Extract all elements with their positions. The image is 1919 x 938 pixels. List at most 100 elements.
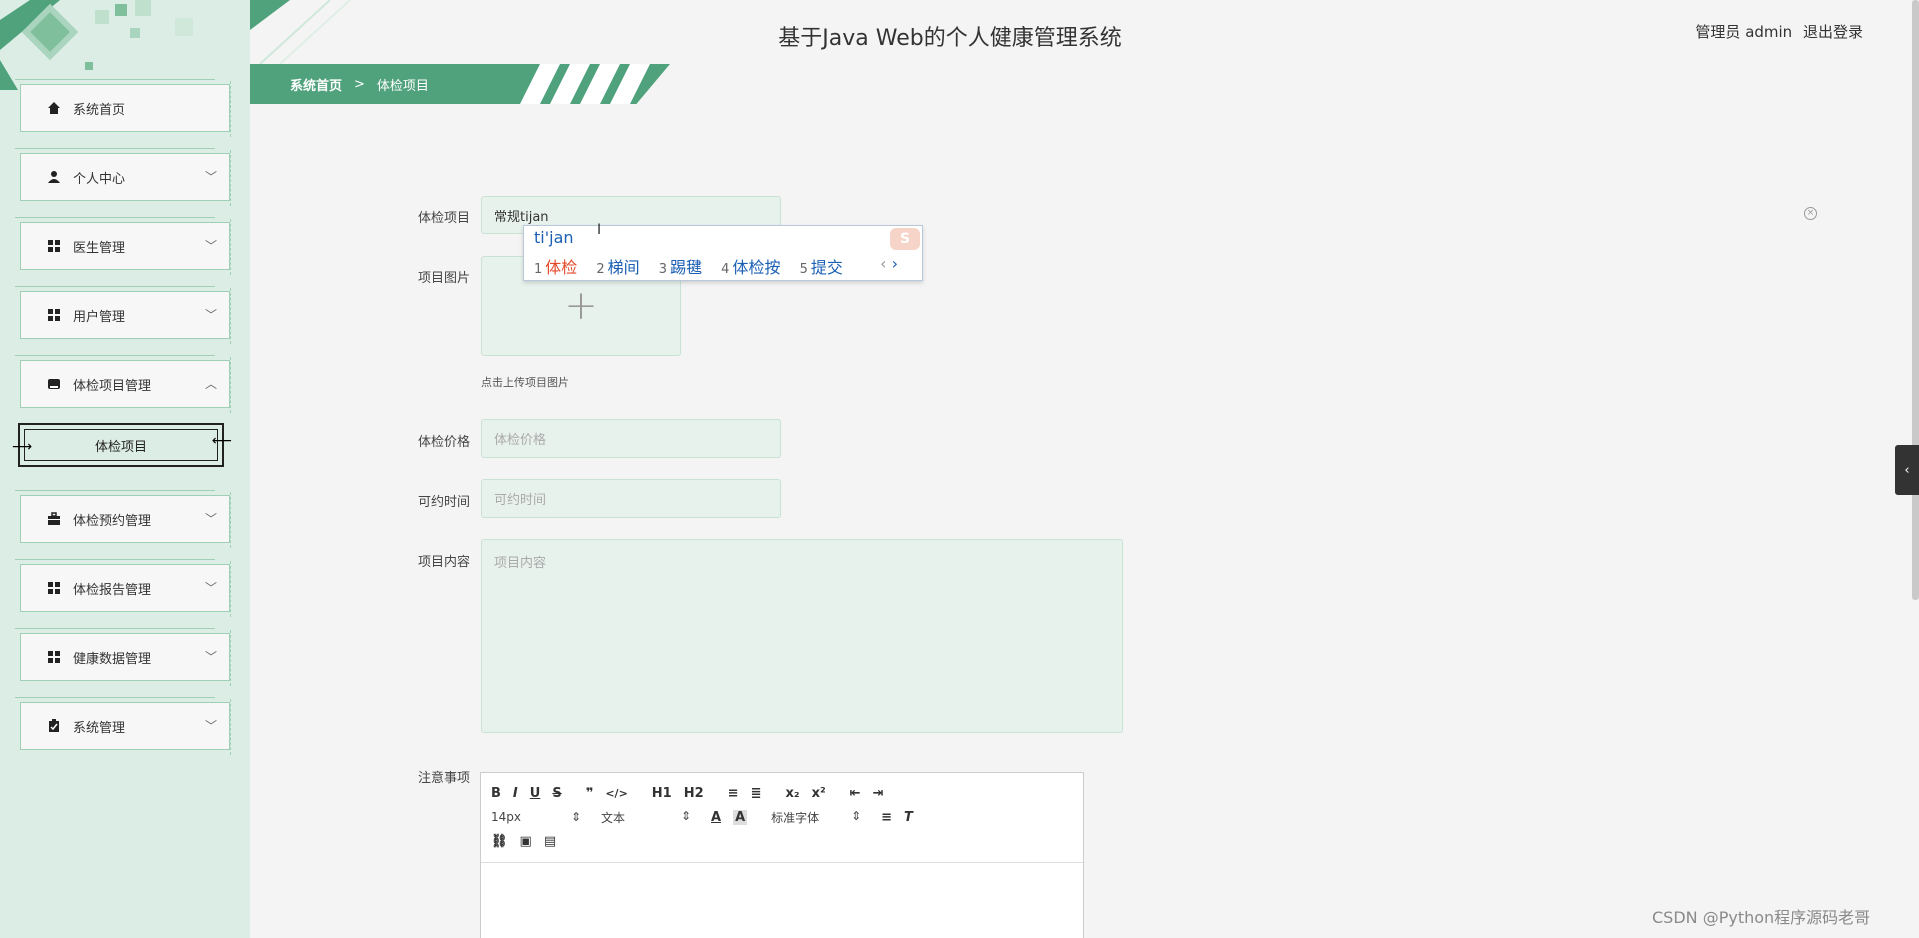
sidebar-item-label: 健康数据管理 [73, 651, 152, 667]
outdent-button[interactable]: ⇤ [850, 786, 861, 801]
chevron-left-icon: ‹ [1904, 462, 1910, 478]
align-icon[interactable]: ≡ [881, 810, 892, 825]
image-hint: 点击上传项目图片 [481, 376, 569, 389]
subscript-button[interactable]: x₂ [785, 786, 799, 801]
ime-candidate-popup: ti'jan 1 体检 2 梯间 3 踢毽 4 体检按 5 提交 ‹ › S [523, 225, 923, 281]
breadcrumb-stripes [520, 64, 650, 104]
sidebar-item-appointment-management[interactable]: 体检预约管理 ﹀ [15, 490, 231, 548]
sidebar-item-label: 系统管理 [73, 720, 126, 736]
price-label: 体检价格 [417, 435, 470, 450]
sidebar-item-label: 医生管理 [73, 240, 126, 256]
content-textarea[interactable]: 项目内容 [481, 539, 1123, 733]
ime-candidate-text: 体检按 [732, 258, 781, 277]
user-role: 管理员 admin [1695, 23, 1793, 41]
underline-button[interactable]: U [530, 786, 541, 801]
quote-button[interactable]: ❞ [586, 786, 594, 801]
grid-icon [47, 650, 61, 664]
toolbar-row: 14px ⇕ 文本 ⇕ A A 标准字体 ⇕ ≡ T [491, 805, 1073, 829]
image-label: 项目图片 [417, 271, 470, 286]
arrow-right-icon: ⟶ [12, 439, 33, 455]
ime-candidate[interactable]: 5 提交 [800, 258, 843, 277]
chevron-right-icon[interactable]: › [892, 254, 898, 273]
chevron-up-icon: ︿ [204, 377, 217, 391]
font-size-select[interactable]: 14px ⇕ [491, 810, 581, 824]
superscript-button[interactable]: x² [812, 786, 826, 801]
chevron-down-icon: ﹀ [204, 512, 217, 526]
user-icon [47, 170, 61, 184]
sidebar-item-label: 体检项目管理 [73, 378, 152, 394]
home-icon [47, 101, 61, 115]
plus-icon: + [564, 283, 598, 329]
ime-candidate-number: 4 [721, 262, 730, 277]
close-icon[interactable]: × [1804, 207, 1817, 220]
bold-button[interactable]: B [491, 786, 501, 801]
rich-text-editor: B I U S ❞ </> H1 H2 ≡ ≣ x₂ x² ⇤ ⇥ 14px ⇕… [480, 772, 1084, 938]
sidebar-item-home[interactable]: 系统首页 [15, 79, 231, 137]
logout-link[interactable]: 退出登录 [1803, 23, 1863, 41]
block-type-select[interactable]: 文本 ⇕ [601, 809, 691, 826]
ime-candidate-text: 提交 [810, 258, 843, 277]
sidebar-item-health-data-management[interactable]: 健康数据管理 ﹀ [15, 628, 231, 686]
toolbar-row: ⛓ ▣ ▤ [491, 829, 1073, 853]
briefcase-icon [47, 512, 61, 526]
clear-format-icon[interactable]: T [904, 810, 913, 825]
ime-candidate[interactable]: 1 体检 [534, 258, 577, 277]
ime-pinyin: ti'jan [534, 228, 574, 247]
subitem-inner-border [24, 429, 218, 461]
chevron-down-icon: ﹀ [204, 650, 217, 664]
side-panel-toggle[interactable]: ‹ [1895, 445, 1919, 495]
indent-button[interactable]: ⇥ [873, 786, 884, 801]
chevron-left-icon[interactable]: ‹ [880, 254, 886, 273]
h1-button[interactable]: H1 [652, 786, 672, 801]
ime-candidates: 1 体检 2 梯间 3 踢毽 4 体检按 5 提交 [534, 254, 857, 278]
sidebar-subitem-exam-project[interactable]: ⟶ 体检项目 ⟵ [12, 423, 232, 467]
image-icon[interactable]: ▣ [520, 834, 532, 849]
font-color-icon[interactable]: A [711, 810, 721, 825]
ime-candidate[interactable]: 3 踢毽 [659, 258, 702, 277]
sidebar-item-system-management[interactable]: 系统管理 ﹀ [15, 697, 231, 755]
ime-candidate-text: 体检 [545, 258, 578, 277]
ime-page-nav[interactable]: ‹ › [880, 254, 898, 273]
ime-candidate[interactable]: 2 梯间 [596, 258, 639, 277]
grid-icon [47, 581, 61, 595]
price-input[interactable]: 体检价格 [481, 419, 781, 458]
strike-button[interactable]: S [552, 786, 561, 801]
font-family-select[interactable]: 标准字体 ⇕ [771, 809, 861, 826]
ime-candidate-text: 踢毽 [670, 258, 703, 277]
sidebar-item-label: 系统首页 [73, 102, 126, 118]
sidebar-item-label: 体检预约管理 [73, 513, 152, 529]
grid-icon [47, 308, 61, 322]
bullet-list-button[interactable]: ≣ [751, 786, 762, 801]
page-title: 基于Java Web的个人健康管理系统 [778, 26, 1122, 51]
italic-button[interactable]: I [513, 786, 518, 801]
breadcrumb-home[interactable]: 系统首页 [290, 75, 342, 94]
font-size-value: 14px [491, 810, 521, 824]
chevron-down-icon: ﹀ [204, 239, 217, 253]
time-input[interactable]: 可约时间 [481, 479, 781, 518]
ime-candidate-number: 2 [596, 262, 605, 277]
ordered-list-button[interactable]: ≡ [728, 786, 739, 801]
font-family-value: 标准字体 [771, 810, 820, 825]
h2-button[interactable]: H2 [684, 786, 704, 801]
ime-candidate-number: 1 [534, 262, 543, 277]
sidebar-decoration [0, 0, 193, 90]
code-button[interactable]: </> [605, 787, 627, 800]
sidebar-item-user-management[interactable]: 用户管理 ﹀ [15, 286, 231, 344]
background-color-icon[interactable]: A [733, 809, 748, 825]
ime-candidate-text: 梯间 [607, 258, 640, 277]
breadcrumb-separator: > [354, 76, 365, 92]
ime-candidate-number: 5 [799, 262, 808, 277]
sidebar-item-personal-center[interactable]: 个人中心 ﹀ [15, 148, 231, 206]
sidebar-item-report-management[interactable]: 体检报告管理 ﹀ [15, 559, 231, 617]
scrollbar[interactable] [1912, 0, 1919, 600]
link-icon[interactable]: ⛓ [491, 834, 508, 849]
video-icon[interactable]: ▤ [544, 834, 556, 849]
watermark: CSDN @Python程序源码老哥 [1652, 908, 1871, 927]
block-type-value: 文本 [601, 810, 626, 825]
select-arrows-icon: ⇕ [851, 808, 862, 823]
sidebar-item-exam-project-management[interactable]: 体检项目管理 ︿ [15, 355, 231, 413]
ime-logo: S [890, 228, 920, 250]
ime-candidate[interactable]: 4 体检按 [721, 258, 780, 277]
sidebar-item-doctor-management[interactable]: 医生管理 ﹀ [15, 217, 231, 275]
arrow-left-icon: ⟵ [211, 433, 232, 449]
